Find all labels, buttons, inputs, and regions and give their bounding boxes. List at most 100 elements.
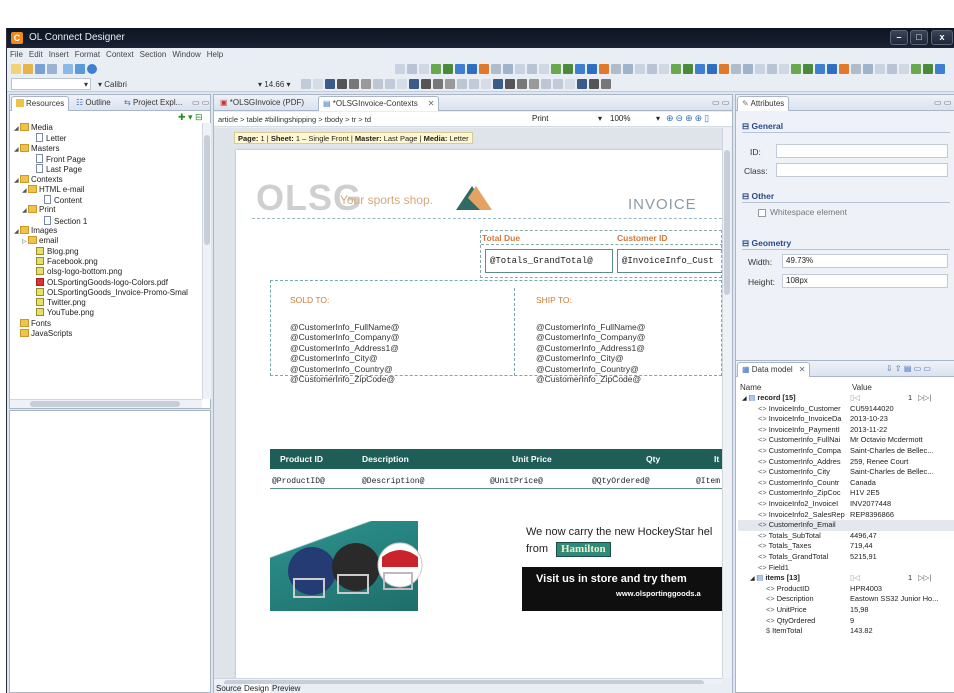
menu-insert[interactable]: Insert (46, 48, 72, 61)
toolbar-tool-icon[interactable] (611, 64, 621, 74)
format-tool-icon[interactable] (457, 79, 467, 89)
globe-icon[interactable] (87, 64, 97, 74)
toolbar-tool-icon[interactable] (935, 64, 945, 74)
toolbar-tool-icon[interactable] (899, 64, 909, 74)
toolbar-tool-icon[interactable] (731, 64, 741, 74)
record-index[interactable]: 1 (908, 573, 912, 584)
datamodel-row[interactable]: <> QtyOrdered 9 (738, 616, 954, 627)
toolbar-tool-icon[interactable] (743, 64, 753, 74)
tree-item[interactable]: olsg-logo-bottom.png (30, 267, 122, 277)
other-section[interactable]: ⊟ Other (742, 191, 774, 202)
save-all-icon[interactable] (47, 64, 57, 74)
close-button[interactable]: x (931, 30, 953, 45)
toolbar-tool-icon[interactable] (575, 64, 585, 74)
format-tool-icon[interactable] (601, 79, 611, 89)
send-icon[interactable] (75, 64, 85, 74)
address-line[interactable]: @CustomerInfo_Address1@ (290, 343, 399, 353)
datamodel-row[interactable]: <> CustomerInfo_FullNai Mr Octavio Mcderm… (738, 435, 954, 446)
format-tool-icon[interactable] (373, 79, 383, 89)
tree-item[interactable]: ▷ email (22, 236, 58, 246)
datamodel-row[interactable]: <> Totals_SubTotal 4496,47 (738, 531, 954, 542)
maximize-button[interactable]: □ (910, 30, 928, 45)
datamodel-row[interactable]: <> Totals_GrandTotal 5215,91 (738, 552, 954, 563)
toolbar-tool-icon[interactable] (527, 64, 537, 74)
toolbar-tool-icon[interactable] (683, 64, 693, 74)
record-next-icon[interactable]: ▷▷| (918, 573, 931, 584)
datamodel-row[interactable]: <> InvoiceInfo_Customer CU59144020 (738, 404, 954, 415)
toolbar-tool-icon[interactable] (455, 64, 465, 74)
tab-attributes[interactable]: ✎ Attributes (737, 96, 790, 111)
record-next-icon[interactable]: ▷▷| (918, 393, 931, 404)
record-nav-icon[interactable]: ▯◁ (850, 393, 860, 402)
total-box[interactable]: Total Due Customer ID @Totals_GrandTotal… (480, 230, 722, 278)
tree-item[interactable]: OLSportingGoods_Invoice-Promo-Smal (30, 287, 188, 298)
customer-id-field[interactable]: @InvoiceInfo_Cust (617, 249, 722, 273)
font-family-dropdown[interactable]: ▾ Calibri (95, 78, 161, 90)
toolbar-tool-icon[interactable] (671, 64, 681, 74)
toolbar-tool-icon[interactable] (503, 64, 513, 74)
menu-edit[interactable]: Edit (26, 48, 46, 61)
format-tool-icon[interactable] (505, 79, 515, 89)
toolbar-tool-icon[interactable] (515, 64, 525, 74)
new-icon[interactable] (11, 64, 21, 74)
format-tool-icon[interactable] (301, 79, 311, 89)
tree-hscrollbar[interactable] (10, 399, 202, 408)
datamodel-row[interactable]: ◢ ▤ items [13] ▯◁ 1 ▷▷| (738, 573, 954, 584)
address-line[interactable]: @CustomerInfo_City@ (290, 353, 378, 363)
geometry-section[interactable]: ⊟ Geometry (742, 238, 791, 249)
address-line[interactable]: @CustomerInfo_ZipCode@ (290, 374, 395, 384)
format-tool-icon[interactable] (565, 79, 575, 89)
toolbar-tool-icon[interactable] (563, 64, 573, 74)
datamodel-row[interactable]: <> CustomerInfo_Compa Saint-Charles de Be… (738, 446, 954, 457)
menu-format[interactable]: Format (72, 48, 103, 61)
open-icon[interactable] (23, 64, 33, 74)
tree-item[interactable]: Content (38, 195, 82, 205)
height-input[interactable]: 108px (782, 274, 948, 288)
tree-item[interactable]: ◢ Masters (14, 143, 59, 154)
toolbar-tool-icon[interactable] (779, 64, 789, 74)
save-icon[interactable] (35, 64, 45, 74)
font-size-dropdown[interactable]: ▾ 14.66 ▾ (255, 78, 295, 90)
toolbar-tool-icon[interactable] (623, 64, 633, 74)
tree-item[interactable]: Last Page (30, 164, 82, 174)
style-dropdown[interactable]: ▾ (11, 78, 91, 90)
format-tool-icon[interactable] (469, 79, 479, 89)
datamodel-row[interactable]: <> CustomerInfo_Countr Canada (738, 478, 954, 489)
format-tool-icon[interactable] (325, 79, 335, 89)
menu-help[interactable]: Help (204, 48, 226, 61)
format-tool-icon[interactable] (409, 79, 419, 89)
tab-contexts-template[interactable]: ▤ *OLSGInvoice-Contexts ✕ (318, 96, 440, 111)
toolbar-tool-icon[interactable] (827, 64, 837, 74)
datamodel-row[interactable]: <> Totals_Taxes 719,44 (738, 541, 954, 552)
toolbar-tool-icon[interactable] (791, 64, 801, 74)
tab-data-model[interactable]: ▦ Data model ✕ (737, 362, 811, 377)
menu-window[interactable]: Window (169, 48, 203, 61)
datamodel-row[interactable]: <> CustomerInfo_Addres 259, Renee Court (738, 457, 954, 468)
element-breadcrumb[interactable]: article > table #billingshipping > tbody… (218, 115, 371, 124)
toolbar-tool-icon[interactable] (539, 64, 549, 74)
tab-preview[interactable]: Preview (272, 684, 300, 693)
editor-minmax[interactable]: ▭ ▭ (708, 96, 733, 111)
attributes-minmax[interactable]: ▭ ▭ (930, 96, 954, 111)
datamodel-row[interactable]: <> InvoiceInfo_InvoiceDa 2013-10-23 (738, 414, 954, 425)
zoom-tools-icon[interactable]: ⊕⊖⊕⊕▯ (666, 113, 711, 124)
datamodel-row[interactable]: <> Description Eastown SS32 Junior Ho... (738, 594, 954, 605)
menu-section[interactable]: Section (137, 48, 170, 61)
record-nav-icon[interactable]: ▯◁ (850, 573, 860, 582)
address-line[interactable]: @CustomerInfo_Country@ (290, 364, 393, 374)
toolbar-tool-icon[interactable] (803, 64, 813, 74)
format-tool-icon[interactable] (349, 79, 359, 89)
tree-item[interactable]: Letter (30, 133, 66, 143)
tree-item[interactable]: ◢ Contexts (14, 174, 63, 185)
toolbar-tool-icon[interactable] (887, 64, 897, 74)
toolbar-tool-icon[interactable] (659, 64, 669, 74)
toolbar-tool-icon[interactable] (587, 64, 597, 74)
grand-total-field[interactable]: @Totals_GrandTotal@ (485, 249, 613, 273)
datamodel-row[interactable]: <> CustomerInfo_ZipCoc H1V 2E5 (738, 488, 954, 499)
format-tool-icon[interactable] (577, 79, 587, 89)
tab-project-explorer[interactable]: ⇆ Project Expl... (120, 96, 186, 111)
format-tool-icon[interactable] (385, 79, 395, 89)
toolbar-tool-icon[interactable] (479, 64, 489, 74)
datamodel-row[interactable]: <> ProductID HPR4003 (738, 584, 954, 595)
tab-outline[interactable]: ☷ Outline (72, 96, 115, 111)
